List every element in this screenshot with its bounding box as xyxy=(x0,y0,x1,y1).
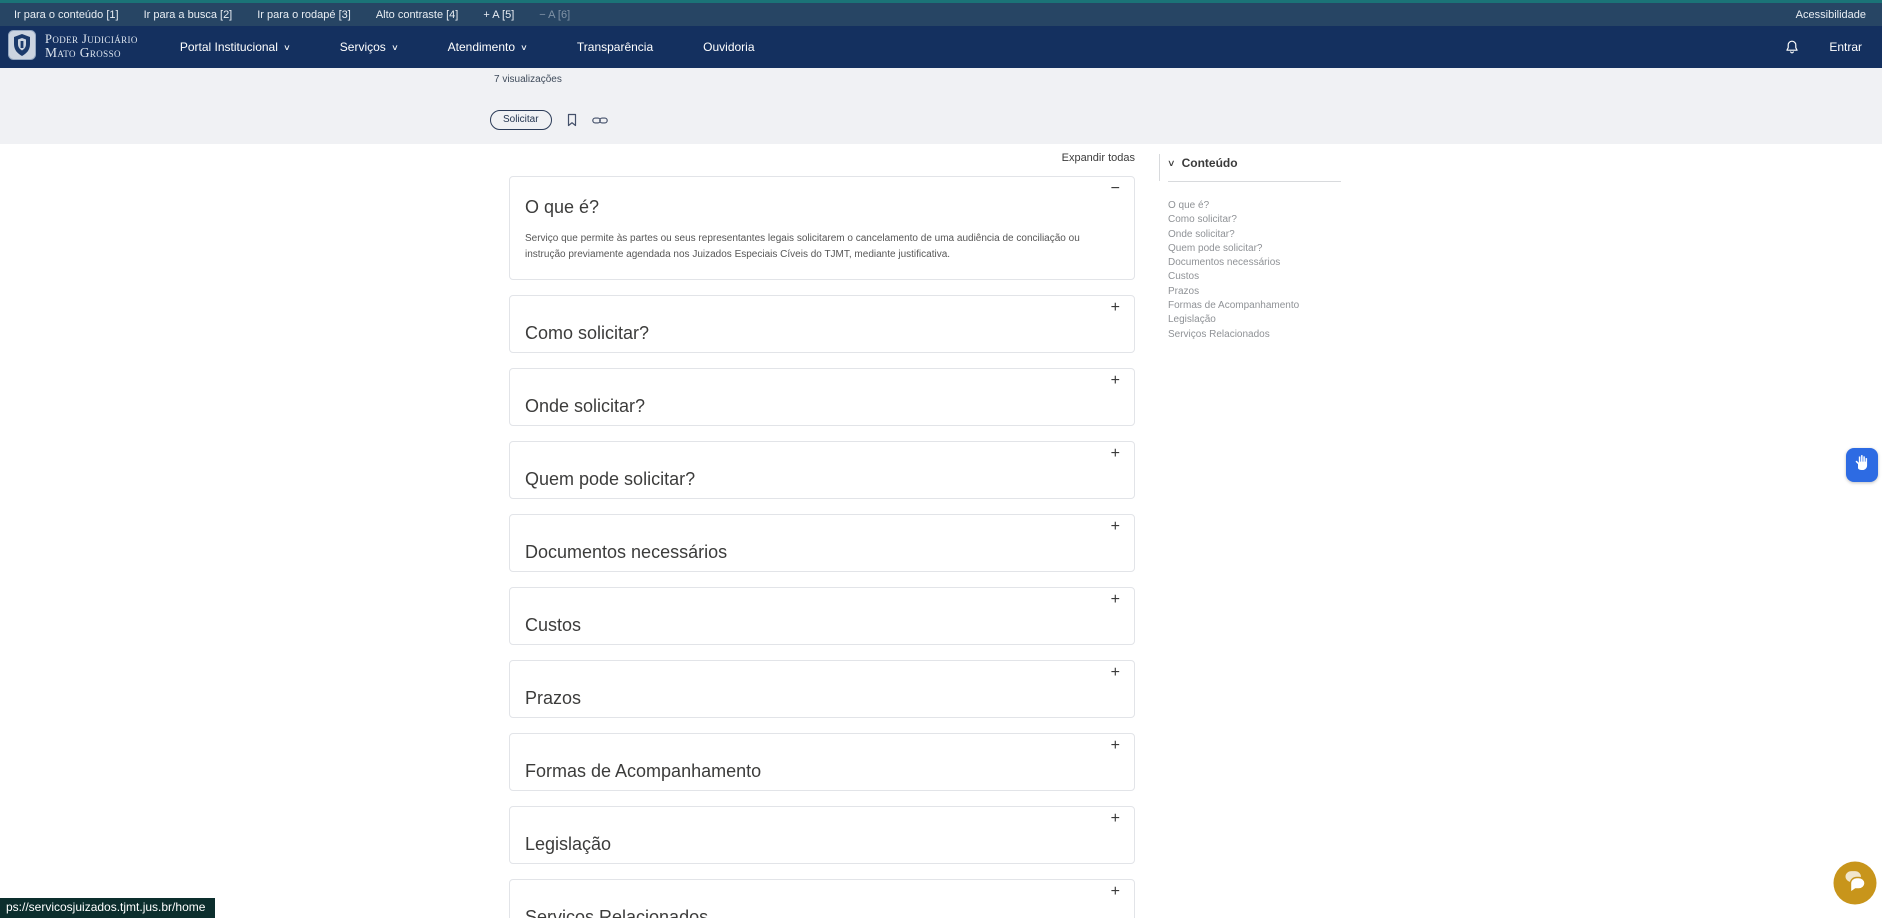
accordion-title: Formas de Acompanhamento xyxy=(525,761,762,781)
accordion-title: O que é? xyxy=(525,197,600,217)
accordion-documentos-necessarios[interactable]: + Documentos necessários xyxy=(509,514,1135,572)
bookmark-icon[interactable] xyxy=(566,113,578,127)
brand-line-1: Poder Judiciário xyxy=(45,31,138,46)
browser-viewport: Ir para o conteúdo [1] Ir para a busca [… xyxy=(0,0,1882,918)
nav-item-ouvidoria[interactable]: Ouvidoria xyxy=(703,40,754,54)
accordion-legislacao[interactable]: + Legislação xyxy=(509,806,1135,864)
nav-item-label: Serviços xyxy=(339,40,386,54)
accordion-onde-solicitar[interactable]: + Onde solicitar? xyxy=(509,368,1135,426)
accordion-servicos-relacionados[interactable]: + Serviços Relacionados xyxy=(509,879,1135,918)
toc-header[interactable]: ∨ Conteúdo xyxy=(1167,156,1341,170)
accordion-title: Custos xyxy=(525,615,582,635)
tjmt-emblem-icon xyxy=(8,29,36,65)
toc-link-custos[interactable]: Custos xyxy=(1168,270,1341,284)
toc-link-legislacao[interactable]: Legislação xyxy=(1168,313,1341,327)
nav-menu: Portal Institucional ∨ Serviços ∨ Atendi… xyxy=(180,40,755,54)
service-header-band: 7 visualizações Solicitar xyxy=(0,68,1882,144)
chevron-down-icon: ∨ xyxy=(1167,157,1176,168)
service-actions: Solicitar xyxy=(490,110,608,130)
expand-icon[interactable]: + xyxy=(1111,738,1120,754)
skip-to-footer-link[interactable]: Ir para o rodapé [3] xyxy=(257,9,351,21)
chevron-down-icon: ∨ xyxy=(390,42,399,52)
toc-divider xyxy=(1168,181,1341,182)
accordion-body: Serviço que permite às partes ou seus re… xyxy=(525,233,1080,260)
increase-font-link[interactable]: + A [5] xyxy=(483,9,514,21)
nav-item-servicos[interactable]: Serviços ∨ xyxy=(339,40,399,54)
toc-title: Conteúdo xyxy=(1181,156,1238,170)
nav-item-label: Ouvidoria xyxy=(703,40,755,54)
main-navbar: Poder Judiciário Mato Grosso Portal Inst… xyxy=(0,26,1882,68)
toc-link-como-solicitar[interactable]: Como solicitar? xyxy=(1168,213,1341,227)
toc-link-formas-de-acompanhamento[interactable]: Formas de Acompanhamento xyxy=(1168,299,1341,313)
copy-link-icon[interactable] xyxy=(591,115,608,126)
toc-link-prazos[interactable]: Prazos xyxy=(1168,285,1341,299)
nav-item-transparencia[interactable]: Transparência xyxy=(577,40,653,54)
skip-to-content-link[interactable]: Ir para o conteúdo [1] xyxy=(14,9,119,21)
accordion-title: Serviços Relacionados xyxy=(525,907,709,918)
chevron-down-icon: ∨ xyxy=(520,42,528,52)
accordion-como-solicitar[interactable]: + Como solicitar? xyxy=(509,295,1135,353)
accordion-formas-de-acompanhamento[interactable]: + Formas de Acompanhamento xyxy=(509,733,1135,791)
brand-text: Poder Judiciário Mato Grosso xyxy=(45,31,138,61)
accordion-title: Onde solicitar? xyxy=(525,396,646,416)
notifications-bell-icon[interactable] xyxy=(1785,39,1799,55)
accordion-o-que-e[interactable]: − O que é? Serviço que permite às partes… xyxy=(509,176,1135,280)
brand-line-2: Mato Grosso xyxy=(45,45,121,61)
vlibras-accessibility-button[interactable] xyxy=(1846,448,1878,482)
accordion-title: Como solicitar? xyxy=(525,323,650,343)
toc-link-documentos-necessarios[interactable]: Documentos necessários xyxy=(1168,256,1341,270)
high-contrast-link[interactable]: Alto contraste [4] xyxy=(376,9,459,21)
expand-icon[interactable]: + xyxy=(1111,811,1120,827)
accordion-title: Quem pode solicitar? xyxy=(525,469,696,489)
login-link[interactable]: Entrar xyxy=(1829,40,1862,54)
accordion-title: Documentos necessários xyxy=(525,542,728,562)
chat-widget-button[interactable] xyxy=(1832,860,1878,906)
tjmt-logo[interactable]: Poder Judiciário Mato Grosso xyxy=(8,29,138,65)
main-content: Expandir todas − O que é? Serviço que pe… xyxy=(0,144,1882,918)
nav-item-label: Portal Institucional xyxy=(179,40,278,54)
solicitar-button[interactable]: Solicitar xyxy=(490,110,552,130)
decrease-font-link[interactable]: − A [6] xyxy=(539,9,570,21)
expand-icon[interactable]: + xyxy=(1111,373,1120,389)
nav-item-label: Atendimento xyxy=(447,40,516,54)
accessibility-link[interactable]: Acessibilidade xyxy=(1796,9,1866,21)
link-preview-status-bar: ps://servicosjuizados.tjmt.jus.br/home xyxy=(0,898,216,918)
skip-to-search-link[interactable]: Ir para a busca [2] xyxy=(144,9,233,21)
nav-item-atendimento[interactable]: Atendimento ∨ xyxy=(447,40,528,54)
accordion-prazos[interactable]: + Prazos xyxy=(509,660,1135,718)
accordion-title: Legislação xyxy=(525,834,612,854)
accessibility-bar: Ir para o conteúdo [1] Ir para a busca [… xyxy=(0,0,1882,26)
expand-icon[interactable]: + xyxy=(1111,665,1120,681)
toc-left-divider xyxy=(1159,154,1160,181)
nav-item-label: Transparência xyxy=(576,40,654,54)
accordion-list: − O que é? Serviço que permite às partes… xyxy=(509,176,1135,918)
expand-icon[interactable]: + xyxy=(1111,592,1120,608)
accordion-quem-pode-solicitar[interactable]: + Quem pode solicitar? xyxy=(509,441,1135,499)
toc-link-onde-solicitar[interactable]: Onde solicitar? xyxy=(1168,228,1341,242)
chevron-down-icon: ∨ xyxy=(283,42,291,52)
toc-links: O que é? Como solicitar? Onde solicitar?… xyxy=(1168,199,1341,342)
toc-link-o-que-e[interactable]: O que é? xyxy=(1168,199,1341,213)
nav-item-portal-institucional[interactable]: Portal Institucional ∨ xyxy=(179,40,291,54)
accordion-title: Prazos xyxy=(525,688,582,708)
collapse-icon[interactable]: − xyxy=(1111,181,1120,197)
nav-right: Entrar xyxy=(1785,39,1862,55)
accordion-custos[interactable]: + Custos xyxy=(509,587,1135,645)
table-of-contents: ∨ Conteúdo O que é? Como solicitar? Onde… xyxy=(1167,156,1341,342)
expand-icon[interactable]: + xyxy=(1111,446,1120,462)
expand-icon[interactable]: + xyxy=(1111,300,1120,316)
view-count-label: 7 visualizações xyxy=(494,74,562,85)
libras-hands-icon xyxy=(1852,453,1872,478)
expand-icon[interactable]: + xyxy=(1111,519,1120,535)
expand-icon[interactable]: + xyxy=(1111,884,1120,900)
toc-link-servicos-relacionados[interactable]: Serviços Relacionados xyxy=(1168,328,1341,342)
toc-link-quem-pode-solicitar[interactable]: Quem pode solicitar? xyxy=(1168,242,1341,256)
expand-all-link[interactable]: Expandir todas xyxy=(509,152,1135,164)
